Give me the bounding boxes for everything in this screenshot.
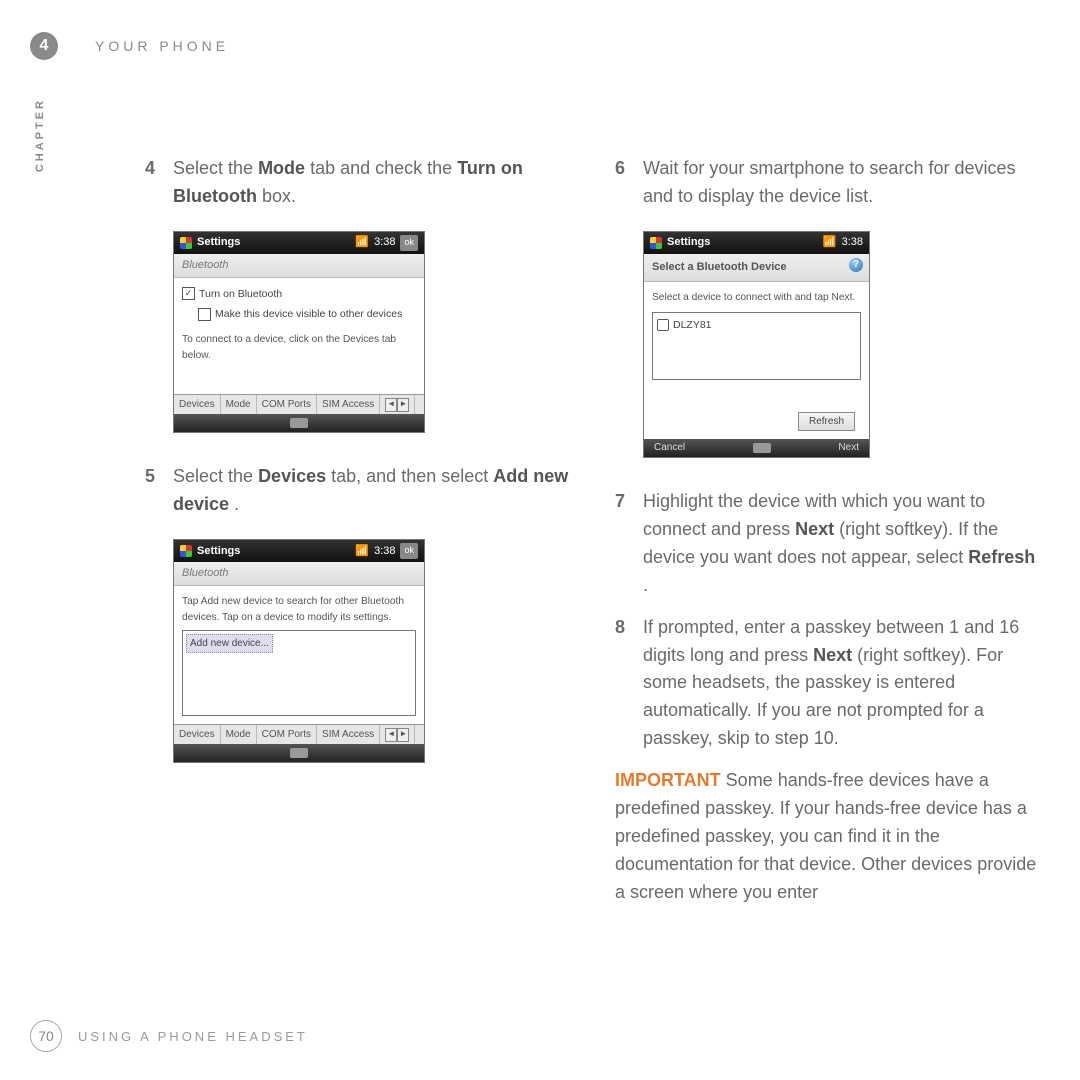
window-title: Settings bbox=[197, 543, 240, 560]
text: Select the bbox=[173, 158, 258, 178]
tab-mode[interactable]: Mode bbox=[221, 725, 257, 745]
screenshot-select-device: Settings 📶 3:38 Select a Bluetooth Devic… bbox=[643, 231, 870, 458]
step-number: 8 bbox=[615, 614, 643, 753]
start-icon bbox=[180, 237, 192, 249]
bold-next: Next bbox=[795, 519, 834, 539]
tab-scroll-left-icon[interactable]: ◄ bbox=[385, 398, 397, 412]
bold-next: Next bbox=[813, 645, 852, 665]
text: tab and check the bbox=[310, 158, 457, 178]
hint-text: To connect to a device, click on the Dev… bbox=[182, 332, 416, 364]
step-number: 7 bbox=[615, 488, 643, 600]
left-column: 4 Select the Mode tab and check the Turn… bbox=[145, 155, 575, 907]
help-icon[interactable]: ? bbox=[849, 258, 863, 272]
device-list: DLZY81 bbox=[652, 312, 861, 380]
important-label: IMPORTANT bbox=[615, 770, 721, 790]
tab-scroll-left-icon[interactable]: ◄ bbox=[385, 728, 397, 742]
signal-icon: 📶 bbox=[355, 234, 369, 251]
text: Wait for your smartphone to search for d… bbox=[643, 155, 1045, 211]
bluetooth-device-icon bbox=[657, 319, 669, 331]
check-icon bbox=[198, 308, 211, 321]
footer-section: USING A PHONE HEADSET bbox=[78, 1029, 308, 1044]
bold-mode: Mode bbox=[258, 158, 305, 178]
bold-devices: Devices bbox=[258, 466, 326, 486]
tab-devices[interactable]: Devices bbox=[174, 725, 221, 745]
hint-text: Select a device to connect with and tap … bbox=[652, 290, 861, 306]
checkbox-turn-on-bluetooth[interactable]: ✓ Turn on Bluetooth bbox=[182, 286, 416, 302]
device-list: Add new device... bbox=[182, 630, 416, 716]
signal-icon: 📶 bbox=[823, 234, 837, 251]
chapter-vertical-label: CHAPTER bbox=[34, 98, 46, 172]
keyboard-icon[interactable] bbox=[290, 748, 308, 758]
tab-bar: Devices Mode COM Ports SIM Access ◄► bbox=[174, 394, 424, 415]
tab-scroll-right-icon[interactable]: ► bbox=[397, 728, 409, 742]
step-number: 6 bbox=[615, 155, 643, 211]
tab-bar: Devices Mode COM Ports SIM Access ◄► bbox=[174, 724, 424, 745]
panel-heading: Select a Bluetooth Device ? bbox=[644, 254, 869, 282]
add-new-device[interactable]: Add new device... bbox=[186, 634, 273, 654]
device-name: DLZY81 bbox=[673, 317, 712, 333]
start-icon bbox=[650, 237, 662, 249]
important-note: IMPORTANT Some hands-free devices have a… bbox=[615, 767, 1045, 906]
step-5: 5 Select the Devices tab, and then selec… bbox=[145, 463, 575, 519]
text: Select the bbox=[173, 466, 258, 486]
step-number: 4 bbox=[145, 155, 173, 211]
tab-sim-access[interactable]: SIM Access bbox=[317, 725, 380, 745]
device-item[interactable]: DLZY81 bbox=[657, 317, 856, 333]
clock: 3:38 bbox=[374, 543, 395, 560]
tab-com-ports[interactable]: COM Ports bbox=[257, 725, 317, 745]
running-head: YOUR PHONE bbox=[95, 38, 229, 54]
tab-devices[interactable]: Devices bbox=[174, 395, 221, 415]
chapter-number-badge: 4 bbox=[30, 32, 58, 60]
step-6: 6 Wait for your smartphone to search for… bbox=[615, 155, 1045, 211]
page-number: 70 bbox=[30, 1020, 62, 1052]
tab-sim-access[interactable]: SIM Access bbox=[317, 395, 380, 415]
checkbox-label: Turn on Bluetooth bbox=[199, 286, 282, 302]
refresh-button[interactable]: Refresh bbox=[798, 412, 855, 432]
checkbox-label: Make this device visible to other device… bbox=[215, 306, 402, 322]
keyboard-icon[interactable] bbox=[753, 443, 771, 453]
page-footer: 70 USING A PHONE HEADSET bbox=[30, 1020, 308, 1052]
clock: 3:38 bbox=[842, 234, 863, 251]
text: . bbox=[643, 575, 648, 595]
bold-refresh: Refresh bbox=[968, 547, 1035, 567]
tab-mode[interactable]: Mode bbox=[221, 395, 257, 415]
cancel-softkey[interactable]: Cancel bbox=[654, 440, 685, 456]
clock: 3:38 bbox=[374, 234, 395, 251]
panel-heading: Bluetooth bbox=[174, 562, 424, 586]
step-number: 5 bbox=[145, 463, 173, 519]
checkbox-make-visible[interactable]: Make this device visible to other device… bbox=[198, 306, 416, 322]
screenshot-bluetooth-mode: Settings 📶 3:38 ok Bluetooth ✓ Turn on B… bbox=[173, 231, 425, 434]
check-icon: ✓ bbox=[182, 287, 195, 300]
text: box. bbox=[262, 186, 296, 206]
tab-scroll-right-icon[interactable]: ► bbox=[397, 398, 409, 412]
start-icon bbox=[180, 545, 192, 557]
right-column: 6 Wait for your smartphone to search for… bbox=[615, 155, 1045, 907]
step-8: 8 If prompted, enter a passkey between 1… bbox=[615, 614, 1045, 753]
window-title: Settings bbox=[667, 234, 710, 251]
signal-icon: 📶 bbox=[355, 543, 369, 560]
text: . bbox=[234, 494, 239, 514]
ok-button[interactable]: ok bbox=[400, 235, 418, 251]
step-7: 7 Highlight the device with which you wa… bbox=[615, 488, 1045, 600]
screenshot-bluetooth-devices: Settings 📶 3:38 ok Bluetooth Tap Add new… bbox=[173, 539, 425, 763]
panel-heading: Bluetooth bbox=[174, 254, 424, 278]
next-softkey[interactable]: Next bbox=[838, 440, 859, 456]
step-4: 4 Select the Mode tab and check the Turn… bbox=[145, 155, 575, 211]
tab-com-ports[interactable]: COM Ports bbox=[257, 395, 317, 415]
window-title: Settings bbox=[197, 234, 240, 251]
hint-text: Tap Add new device to search for other B… bbox=[182, 594, 416, 626]
keyboard-icon[interactable] bbox=[290, 418, 308, 428]
ok-button[interactable]: ok bbox=[400, 543, 418, 559]
text: tab, and then select bbox=[331, 466, 493, 486]
